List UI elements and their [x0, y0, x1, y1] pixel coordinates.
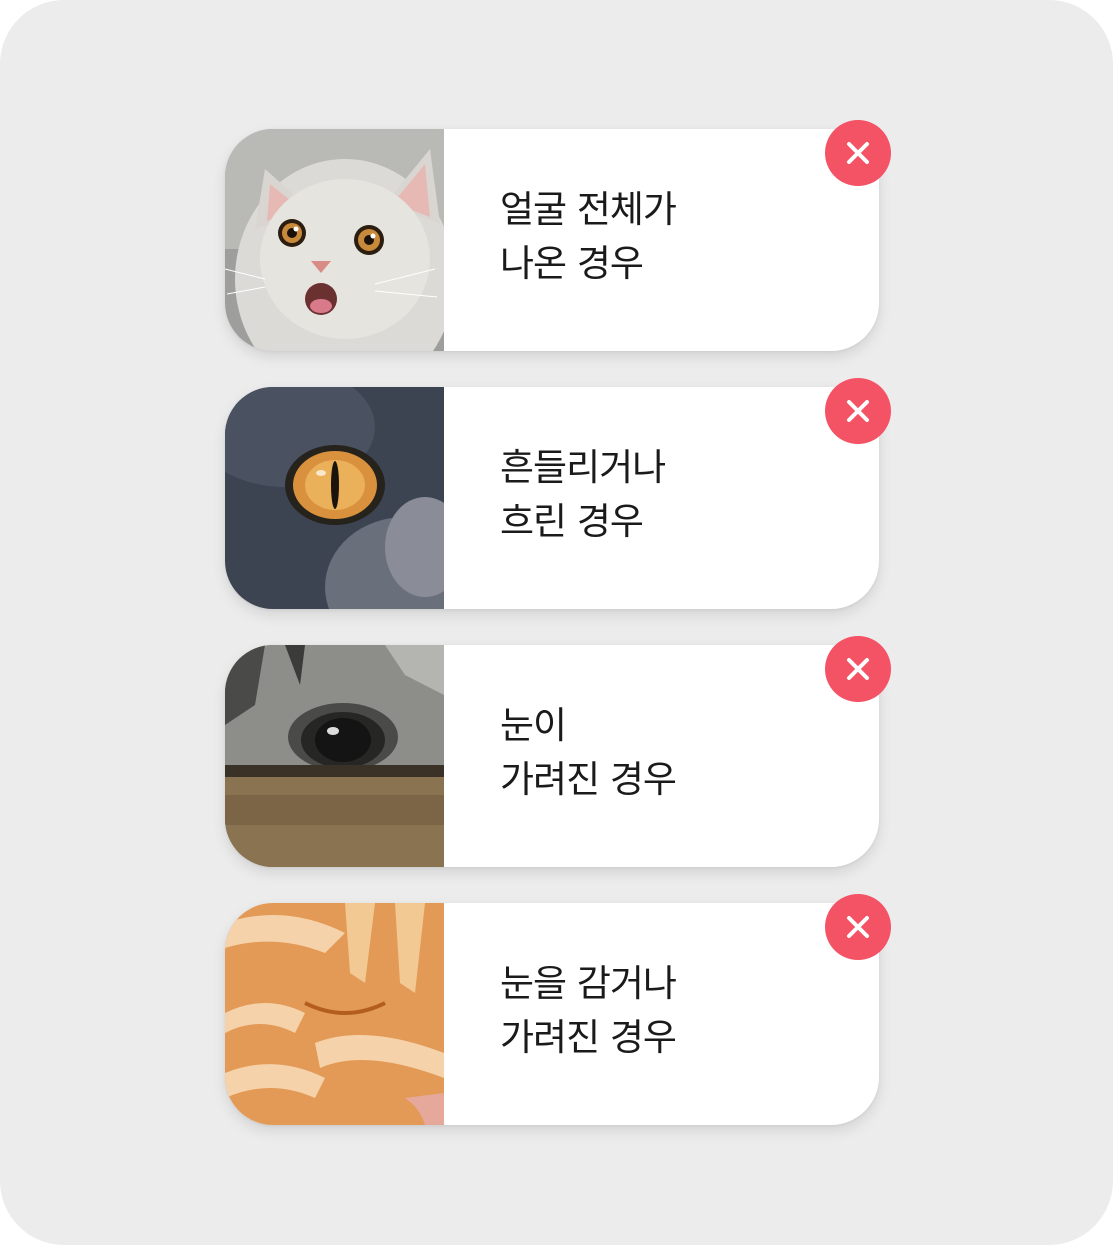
- hidden-eye-cat-image: [225, 645, 444, 867]
- white-cat-photo: [225, 129, 444, 351]
- close-badge[interactable]: [825, 636, 891, 702]
- close-icon: [847, 916, 869, 938]
- close-icon: [847, 142, 869, 164]
- label-line-1: 눈이: [500, 704, 567, 747]
- blurry-cat-photo: [225, 387, 444, 609]
- close-icon: [847, 658, 869, 680]
- example-label: 눈이 가려진 경우: [500, 699, 830, 807]
- label-line-2: 가려진 경우: [500, 1016, 677, 1059]
- hidden-eye-cat-photo: [225, 645, 444, 867]
- orange-cat-photo: [225, 903, 444, 1125]
- example-label: 얼굴 전체가 나온 경우: [500, 183, 830, 291]
- example-label: 흔들리거나 흐린 경우: [500, 441, 830, 549]
- example-card-full-face: 얼굴 전체가 나온 경우: [225, 120, 891, 351]
- example-panel: 얼굴 전체가 나온 경우 흔들리거나 흐린 경우 눈이 가려진 경우 눈을 감거…: [0, 0, 1113, 1245]
- example-card-eyes-closed: 눈을 감거나 가려진 경우: [225, 894, 891, 1125]
- label-line-1: 눈을 감거나: [500, 962, 677, 1005]
- blurry-cat-image: [225, 387, 444, 609]
- label-line-1: 얼굴 전체가: [500, 188, 677, 231]
- example-label: 눈을 감거나 가려진 경우: [500, 957, 830, 1065]
- close-badge[interactable]: [825, 894, 891, 960]
- example-card-blurry: 흔들리거나 흐린 경우: [225, 378, 891, 609]
- label-line-2: 흐린 경우: [500, 500, 644, 543]
- close-icon: [847, 400, 869, 422]
- white-cat-image: [225, 129, 444, 351]
- example-card-eyes-covered: 눈이 가려진 경우: [225, 636, 891, 867]
- label-line-2: 나온 경우: [500, 242, 644, 285]
- close-badge[interactable]: [825, 120, 891, 186]
- orange-cat-image: [225, 903, 444, 1125]
- label-line-2: 가려진 경우: [500, 758, 677, 801]
- close-badge[interactable]: [825, 378, 891, 444]
- label-line-1: 흔들리거나: [500, 446, 666, 489]
